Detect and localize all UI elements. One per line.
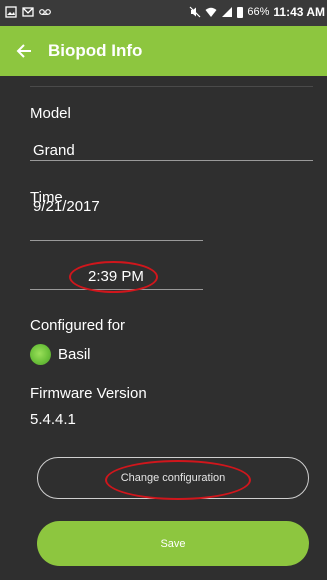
arrow-left-icon — [16, 44, 31, 58]
date-field-underline — [30, 240, 203, 241]
model-label: Model — [30, 105, 71, 122]
time-highlight-annotation — [69, 261, 158, 293]
voicemail-icon — [39, 9, 51, 15]
date-field[interactable]: 9/21/2017 — [33, 198, 100, 215]
save-button-label: Save — [160, 537, 186, 550]
firmware-label: Firmware Version — [30, 385, 147, 402]
configured-for-label: Configured for — [30, 317, 126, 334]
mute-icon — [189, 6, 201, 18]
back-button[interactable] — [14, 41, 34, 61]
battery-icon — [237, 6, 244, 18]
biopod-info-content: Model Grand Time 9/21/2017 2:39 PM Confi… — [0, 76, 327, 580]
gmail-icon — [22, 7, 34, 17]
model-field-underline — [30, 160, 313, 161]
model-value[interactable]: Grand — [33, 142, 75, 159]
change-configuration-highlight-annotation — [105, 460, 251, 500]
basil-plant-icon — [30, 344, 51, 365]
clock-time: 11:43 AM — [273, 5, 325, 19]
page-title: Biopod Info — [48, 41, 143, 60]
gallery-icon — [5, 6, 17, 18]
status-bar-right: 66% 11:43 AM — [189, 5, 325, 19]
status-bar: 66% 11:43 AM — [0, 0, 327, 26]
app-header: Biopod Info — [0, 26, 327, 76]
wifi-icon — [205, 7, 217, 17]
firmware-value: 5.4.4.1 — [30, 411, 76, 428]
signal-icon — [222, 7, 233, 17]
save-button[interactable]: Save — [37, 521, 309, 566]
battery-percent: 66% — [247, 6, 270, 18]
phone-screen: 66% 11:43 AM Biopod Info Model Grand Tim… — [0, 0, 327, 580]
configured-plant-name: Basil — [58, 346, 91, 363]
divider — [30, 86, 313, 87]
status-bar-left — [5, 6, 51, 18]
